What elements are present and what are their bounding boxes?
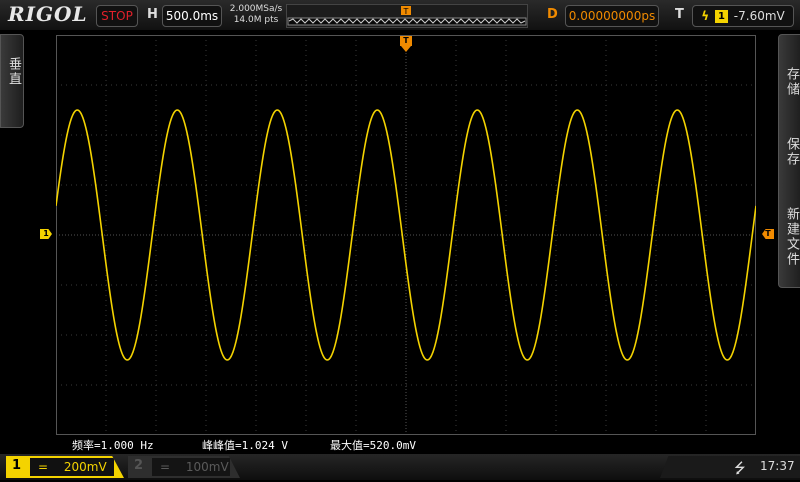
trigger-position-marker[interactable]: T: [400, 36, 412, 46]
memory-navigator[interactable]: T: [286, 4, 528, 28]
measurement-frequency: 频率=1.000 Hz: [72, 439, 154, 452]
menu-item-save[interactable]: 保存: [782, 137, 800, 167]
channel-number: 2: [134, 458, 144, 473]
measurement-vmax: 最大值=520.0mV: [330, 439, 416, 452]
right-softkey-menu: 存储 保存 新建文件: [778, 34, 800, 288]
run-stop-indicator[interactable]: STOP: [96, 5, 138, 27]
trigger-position-arrow: [401, 46, 411, 52]
menu-item-storage[interactable]: 存储: [782, 67, 800, 97]
delay-label: D: [547, 7, 558, 22]
channel2-settings: = 100mV: [152, 458, 230, 476]
channel-scale: 200mV: [63, 460, 107, 474]
sample-rate: 2.000MSa/s: [229, 4, 283, 14]
channel-scale: 100mV: [185, 460, 229, 474]
channel1-tab[interactable]: 1 = 200mV: [6, 456, 124, 478]
measurement-label: 最大值: [330, 439, 363, 452]
channel2-tab[interactable]: 2 = 100mV: [128, 456, 240, 478]
graticule: [56, 35, 756, 435]
brand-logo: RIGOL: [8, 2, 88, 26]
measurement-vpp: 峰峰值=1.024 V: [202, 439, 288, 452]
trigger-level-marker[interactable]: T: [762, 229, 774, 239]
waveform-display[interactable]: [56, 35, 756, 435]
trigger-source-badge: 1: [715, 10, 728, 23]
measurement-label: 峰峰值: [202, 439, 235, 452]
horizontal-label: H: [147, 7, 158, 22]
trigger-label: T: [675, 7, 684, 22]
navigator-waveform: T: [287, 6, 527, 26]
channel1-settings: = 200mV: [30, 458, 114, 476]
measurement-value: 1.024 V: [241, 439, 288, 452]
measurement-value: 1.000 Hz: [100, 439, 154, 452]
channel-number: 1: [12, 458, 22, 473]
vertical-menu-tab[interactable]: 垂直: [0, 34, 24, 128]
memory-depth: 14.0M pts: [233, 15, 279, 25]
coupling-dc-icon: =: [160, 460, 171, 474]
vertical-menu-label: 垂直: [6, 57, 21, 87]
measurement-label: 频率: [72, 439, 94, 452]
menu-item-new-file[interactable]: 新建文件: [782, 207, 800, 267]
top-status-bar: RIGOL STOP H 500.0ms 2.000MSa/s 14.0M pt…: [0, 0, 800, 30]
measurement-value: 520.0mV: [369, 439, 416, 452]
svg-text:T: T: [403, 7, 409, 16]
channel1-offset-marker[interactable]: 1: [40, 229, 52, 239]
usb-icon: ⭍: [734, 461, 746, 477]
acquisition-info: 2.000MSa/s 14.0M pts: [228, 4, 284, 26]
trigger-info[interactable]: ϟ 1 -7.60mV: [692, 5, 794, 27]
coupling-dc-icon: =: [38, 460, 49, 474]
timebase-value[interactable]: 500.0ms: [162, 5, 222, 27]
bottom-status-bar: 1 = 200mV 2 = 100mV: [0, 454, 800, 480]
trigger-edge-icon: ϟ: [701, 9, 710, 23]
trigger-level: -7.60mV: [733, 9, 785, 23]
horizontal-delay[interactable]: 0.00000000ps: [565, 5, 659, 27]
clock: 17:37: [760, 459, 795, 473]
